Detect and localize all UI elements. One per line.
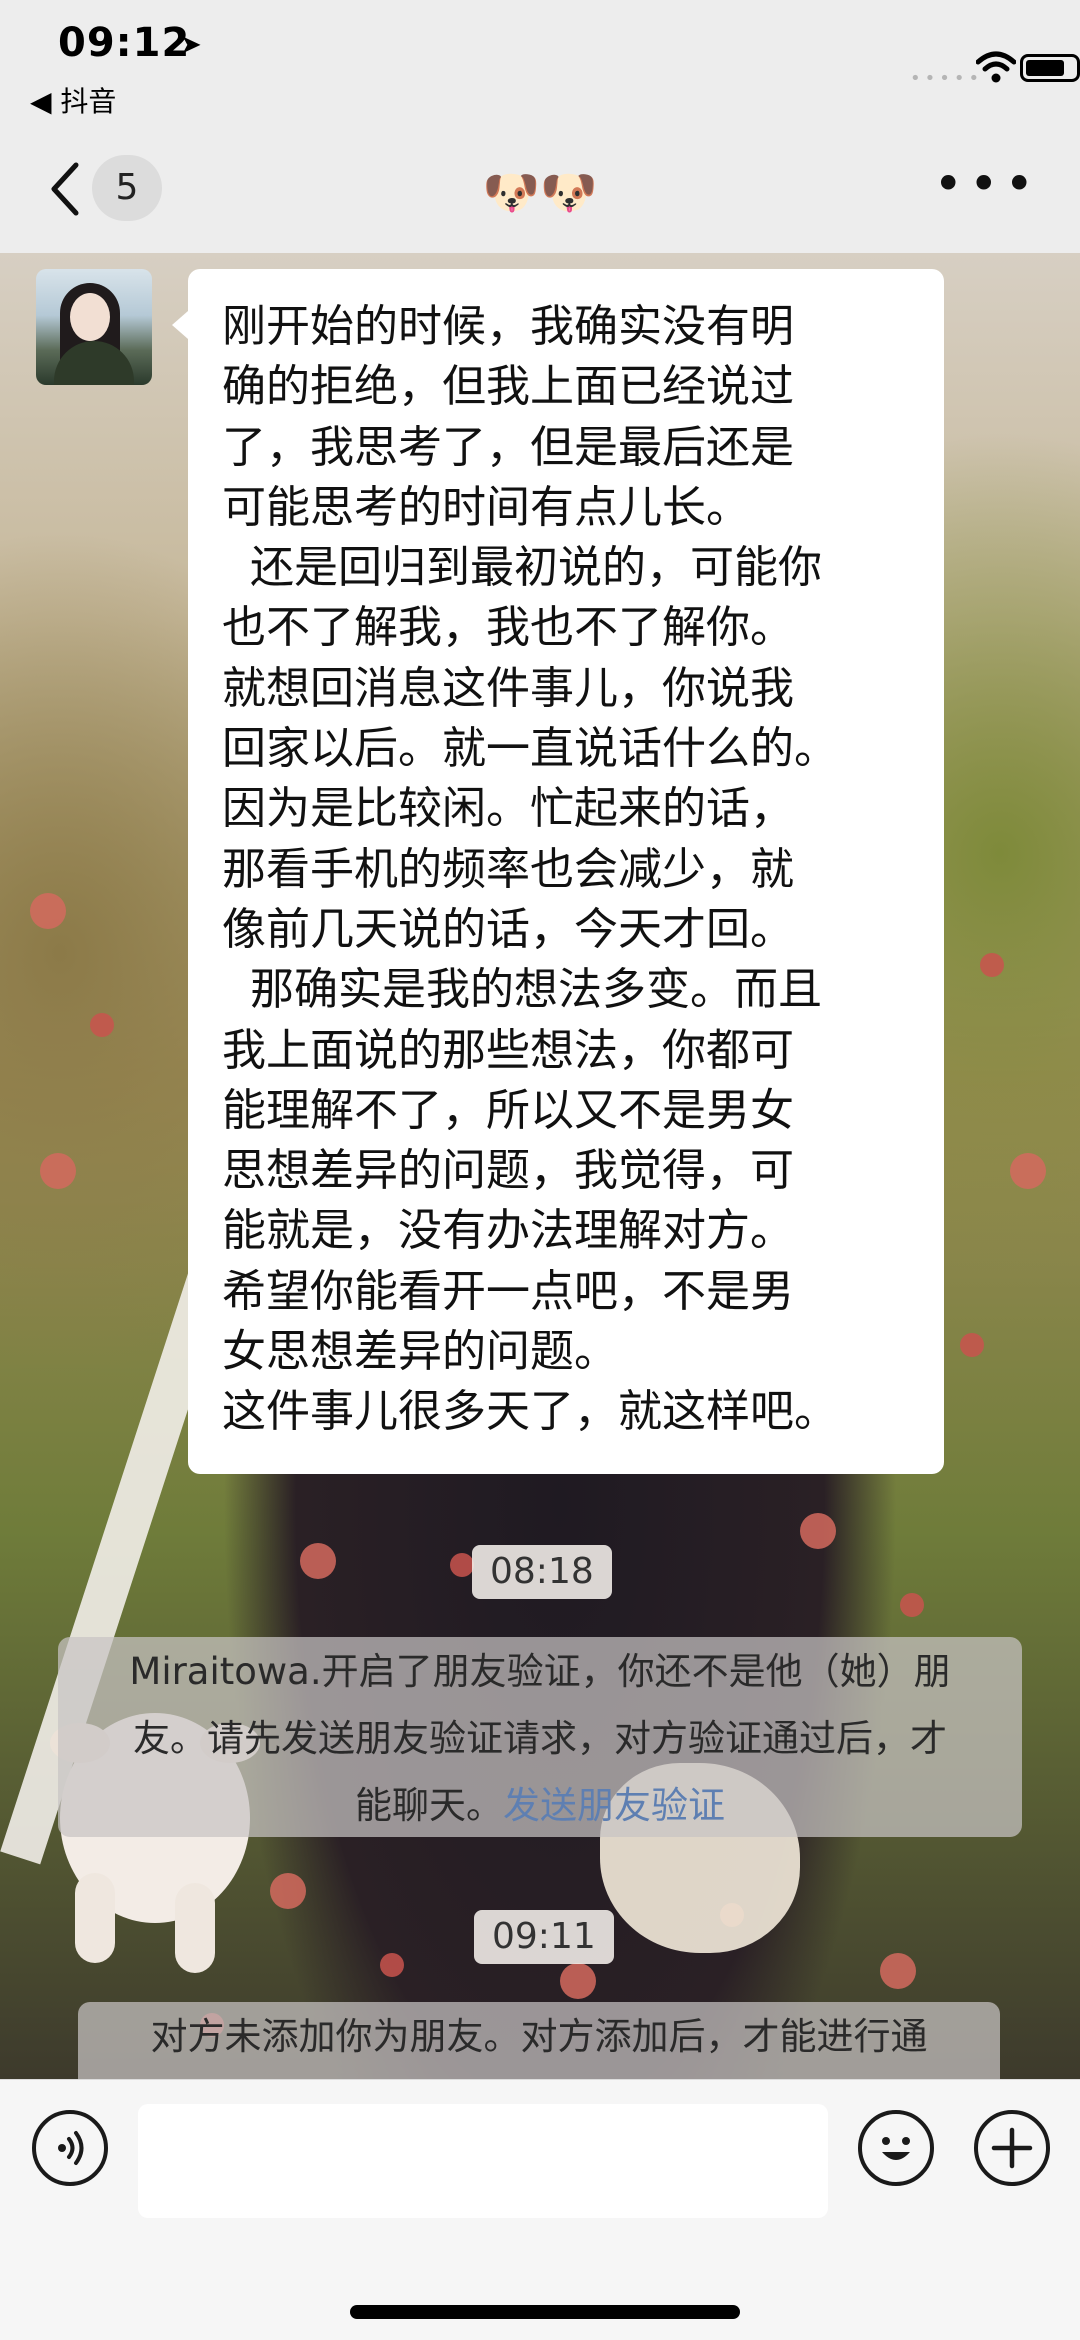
message-text-line: 确的拒绝，但我上面已经说过 [222, 361, 794, 413]
timestamp: 08:18 [472, 1545, 612, 1599]
wifi-icon [976, 51, 1016, 83]
more-functions-button[interactable] [974, 2110, 1050, 2186]
timestamp: 09:11 [474, 1910, 614, 1964]
message-text-line: 就想回消息这件事儿，你说我 [222, 662, 794, 714]
sender-avatar[interactable] [36, 269, 152, 385]
cellular-signal-icon: ••••• [910, 68, 984, 89]
message-text-line: 了，我思考了，但是最后还是 [222, 421, 794, 473]
avatar-face [70, 293, 110, 341]
message-text-line: 这件事儿很多天了，就这样吧。 [222, 1386, 838, 1438]
message-text-input[interactable] [138, 2104, 828, 2218]
system-notice-text: 能聊天。 [355, 1784, 503, 1827]
message-text-line: 能理解不了，所以又不是男女 [222, 1084, 794, 1136]
plus-icon [991, 2127, 1033, 2169]
message-text-line: 还是回归到最初说的，可能你 [222, 542, 822, 594]
back-to-app-link[interactable]: ◀ 抖音 [30, 80, 116, 120]
wallpaper-flower [30, 893, 66, 929]
system-notice-line: 友。请先发送朋友验证请求，对方验证通过后，才 [133, 1717, 947, 1760]
wallpaper-flower [450, 1553, 474, 1577]
wallpaper-flower [960, 1333, 984, 1357]
wallpaper-lamb-leg [75, 1873, 115, 1963]
voice-icon [58, 2131, 84, 2165]
status-bar: 09:12 ➤ ◀ 抖音 ••••• [0, 0, 1080, 125]
message-text-line: 能就是，没有办法理解对方。 [222, 1205, 794, 1257]
message-text-line: 因为是比较闲。忙起来的话， [222, 783, 794, 835]
wallpaper-flower [90, 1013, 114, 1037]
more-options-icon[interactable]: ••• [934, 159, 1040, 209]
message-text-line: 那看手机的频率也会减少，就 [222, 843, 794, 895]
message-text-line: 那确实是我的想法多变。而且 [222, 964, 822, 1016]
system-notice-text: 对方未添加你为朋友。对方添加后，才能进行通 [150, 2015, 928, 2058]
emoji-button[interactable] [858, 2110, 934, 2186]
system-notice-line: Miraitowa.开启了朋友验证，你还不是他（她）朋 [129, 1650, 951, 1693]
wallpaper-flower [560, 1963, 596, 1999]
message-text-line: 可能思考的时间有点儿长。 [222, 481, 750, 533]
wallpaper-flower [880, 1953, 916, 1989]
wallpaper-flower [270, 1873, 306, 1909]
message-text-line: 像前几天说的话，今天才回。 [222, 903, 794, 955]
wallpaper-flower [900, 1593, 924, 1617]
message-text-line: 也不了解我，我也不了解你。 [222, 602, 794, 654]
wallpaper-flower [800, 1513, 836, 1549]
message-text-line: 希望你能看开一点吧，不是男 [222, 1265, 794, 1317]
message-text-line: 思想差异的问题，我觉得，可 [222, 1145, 794, 1197]
chat-header: 5 🐶🐶 ••• [0, 125, 1080, 253]
system-notice-line: 能聊天。发送朋友验证 [58, 1771, 1022, 1840]
home-indicator [350, 2305, 740, 2319]
location-arrow-icon: ➤ [180, 30, 202, 60]
message-text-line: 女思想差异的问题。 [222, 1326, 618, 1378]
chat-title: 🐶🐶 [482, 165, 598, 219]
message-text-line: 回家以后。就一直说话什么的。 [222, 723, 838, 775]
status-time: 09:12 [58, 20, 191, 66]
send-friend-verification-link[interactable]: 发送朋友验证 [503, 1784, 725, 1827]
wallpaper-flower [40, 1153, 76, 1189]
wallpaper-lamb-leg [175, 1883, 215, 1973]
chat-input-bar [0, 2079, 1080, 2340]
voice-input-button[interactable] [32, 2110, 108, 2186]
wallpaper-flower [300, 1543, 336, 1579]
battery-icon [1020, 54, 1080, 82]
message-text-line: 我上面说的那些想法，你都可 [222, 1024, 794, 1076]
message-text-line: 刚开始的时候，我确实没有明 [222, 301, 794, 352]
wallpaper-flower [380, 1953, 404, 1977]
system-notice-verification: Miraitowa.开启了朋友验证，你还不是他（她）朋 友。请先发送朋友验证请求… [58, 1637, 1022, 1837]
message-bubble[interactable]: 刚开始的时候，我确实没有明 确的拒绝，但我上面已经说过 了，我思考了，但是最后还是可… [172, 269, 944, 1474]
battery-level [1026, 60, 1065, 76]
wallpaper-flower [1010, 1153, 1046, 1189]
emoji-icon [882, 2137, 910, 2160]
wallpaper-flower [980, 953, 1004, 977]
